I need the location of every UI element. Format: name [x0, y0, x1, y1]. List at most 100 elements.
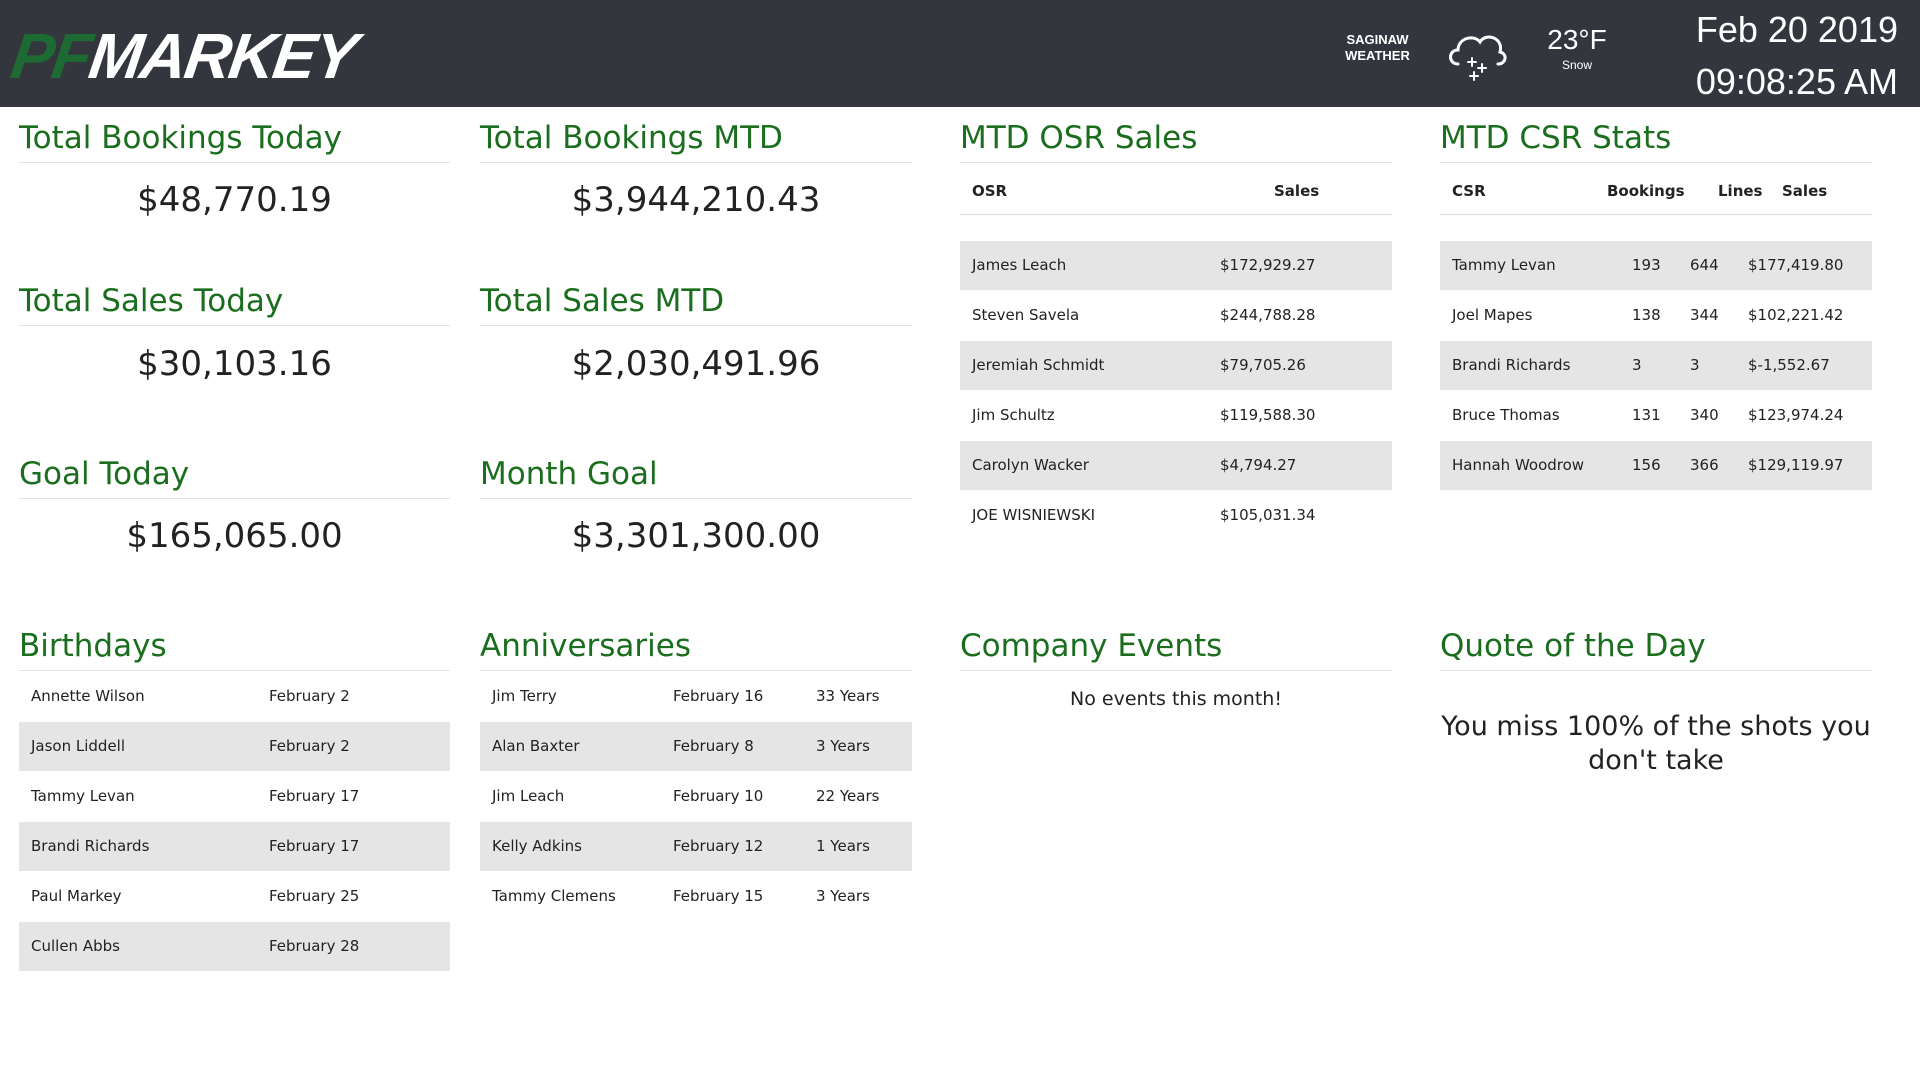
list-item: Paul Markey February 25 [19, 872, 450, 922]
bookings-mtd-title: Total Bookings MTD [480, 118, 912, 163]
birthday-date: February 17 [269, 787, 360, 805]
top-bar: PFMARKEY SAGINAW WEATHER 23°F Snow Feb 2… [0, 0, 1920, 107]
anniversary-name: Kelly Adkins [492, 837, 582, 855]
osr-name: Steven Savela [972, 306, 1080, 324]
csr-lines: 340 [1690, 406, 1719, 424]
list-item: Tammy Levan February 17 [19, 772, 450, 822]
logo-markey: MARKEY [84, 20, 361, 92]
bookings-today-value: $48,770.19 [137, 180, 332, 220]
bookings-mtd-value: $3,944,210.43 [571, 180, 821, 220]
csr-name: Brandi Richards [1452, 356, 1571, 374]
list-item: Tammy Clemens February 15 3 Years [480, 872, 912, 922]
birthday-date: February 25 [269, 887, 360, 905]
table-row: Carolyn Wacker $4,794.27 [960, 441, 1392, 491]
csr-sales: $-1,552.67 [1748, 356, 1830, 374]
csr-stats-table: CSR Bookings Lines Sales Tammy Levan 193 6… [1440, 166, 1872, 491]
osr-name: JOE WISNIEWSKI [972, 506, 1095, 524]
csr-col-name: CSR [1452, 182, 1486, 200]
anniversary-name: Alan Baxter [492, 737, 580, 755]
month-goal-title: Month Goal [480, 454, 912, 499]
csr-table-header: CSR Bookings Lines Sales [1440, 166, 1872, 215]
list-item: Alan Baxter February 8 3 Years [480, 722, 912, 772]
anniversary-date: February 8 [673, 737, 754, 755]
anniversary-date: February 16 [673, 687, 764, 705]
company-logo: PFMARKEY [7, 20, 360, 92]
birthday-name: Brandi Richards [31, 837, 150, 855]
anniversary-years: 1 Years [816, 837, 870, 855]
osr-name: James Leach [972, 256, 1067, 274]
table-row: Joel Mapes 138 344 $102,221.42 [1440, 291, 1872, 341]
anniversaries-list: Jim Terry February 16 33 Years Alan Baxter… [480, 672, 912, 922]
csr-lines: 3 [1690, 356, 1700, 374]
csr-bookings: 3 [1632, 356, 1642, 374]
csr-bookings: 138 [1632, 306, 1661, 324]
birthday-name: Paul Markey [31, 887, 122, 905]
birthday-name: Jason Liddell [31, 737, 126, 755]
csr-sales: $177,419.80 [1748, 256, 1844, 274]
osr-sales: $172,929.27 [1220, 256, 1316, 274]
osr-name: Carolyn Wacker [972, 456, 1089, 474]
goal-today-title: Goal Today [19, 454, 450, 499]
anniversary-years: 22 Years [816, 787, 880, 805]
table-row: Jeremiah Schmidt $79,705.26 [960, 341, 1392, 391]
csr-name: Bruce Thomas [1452, 406, 1560, 424]
osr-sales: $244,788.28 [1220, 306, 1316, 324]
osr-sales: $105,031.34 [1220, 506, 1316, 524]
anniversary-years: 33 Years [816, 687, 880, 705]
table-row: Brandi Richards 3 3 $-1,552.67 [1440, 341, 1872, 391]
weather-caption: WEATHER [1345, 48, 1410, 63]
table-row: Hannah Woodrow 156 366 $129,119.97 [1440, 441, 1872, 491]
table-row: Tammy Levan 193 644 $177,419.80 [1440, 241, 1872, 291]
table-row: James Leach $172,929.27 [960, 241, 1392, 291]
birthday-name: Cullen Abbs [31, 937, 120, 955]
csr-lines: 344 [1690, 306, 1719, 324]
sales-today-title: Total Sales Today [19, 281, 450, 326]
company-events-title: Company Events [960, 626, 1392, 671]
anniversaries-title: Anniversaries [480, 626, 912, 671]
birthday-date: February 28 [269, 937, 360, 955]
osr-sales: $79,705.26 [1220, 356, 1306, 374]
list-item: Jim Terry February 16 33 Years [480, 672, 912, 722]
temperature: 23°F [1547, 24, 1607, 55]
quote-text: You miss 100% of the shots you don't tak… [1441, 711, 1871, 776]
table-row: Steven Savela $244,788.28 [960, 291, 1392, 341]
csr-sales: $123,974.24 [1748, 406, 1844, 424]
csr-bookings: 156 [1632, 456, 1661, 474]
list-item: Jim Leach February 10 22 Years [480, 772, 912, 822]
birthday-date: February 2 [269, 687, 350, 705]
birthdays-list: Annette Wilson February 2 Jason Liddell Fe… [19, 672, 450, 972]
list-item: Brandi Richards February 17 [19, 822, 450, 872]
events-message: No events this month! [1070, 688, 1282, 710]
goal-today-value: $165,065.00 [126, 516, 343, 556]
csr-name: Tammy Levan [1452, 256, 1556, 274]
csr-lines: 644 [1690, 256, 1719, 274]
osr-sales: $4,794.27 [1220, 456, 1297, 474]
anniversary-years: 3 Years [816, 737, 870, 755]
table-row: Jim Schultz $119,588.30 [960, 391, 1392, 441]
csr-lines: 366 [1690, 456, 1719, 474]
anniversary-name: Tammy Clemens [492, 887, 616, 905]
csr-name: Hannah Woodrow [1452, 456, 1585, 474]
list-item: Jason Liddell February 2 [19, 722, 450, 772]
birthday-date: February 2 [269, 737, 350, 755]
birthday-name: Annette Wilson [31, 687, 145, 705]
snow-cloud-icon [1444, 24, 1510, 84]
osr-name: Jeremiah Schmidt [972, 356, 1105, 374]
current-date: Feb 20 2019 [1695, 9, 1898, 50]
osr-sales-title: MTD OSR Sales [960, 118, 1392, 163]
anniversary-date: February 12 [673, 837, 764, 855]
osr-sales: $119,588.30 [1220, 406, 1316, 424]
csr-bookings: 131 [1632, 406, 1661, 424]
birthdays-title: Birthdays [19, 626, 450, 671]
list-item: Annette Wilson February 2 [19, 672, 450, 722]
birthday-name: Tammy Levan [31, 787, 135, 805]
csr-col-lines: Lines [1718, 182, 1763, 200]
osr-col-name: OSR [972, 182, 1008, 200]
quote-title: Quote of the Day [1440, 626, 1872, 671]
anniversary-date: February 10 [673, 787, 764, 805]
bookings-today-title: Total Bookings Today [19, 118, 450, 163]
sales-mtd-title: Total Sales MTD [480, 281, 912, 326]
sales-today-value: $30,103.16 [137, 344, 332, 384]
csr-stats-title: MTD CSR Stats [1440, 118, 1872, 163]
csr-sales: $102,221.42 [1748, 306, 1844, 324]
